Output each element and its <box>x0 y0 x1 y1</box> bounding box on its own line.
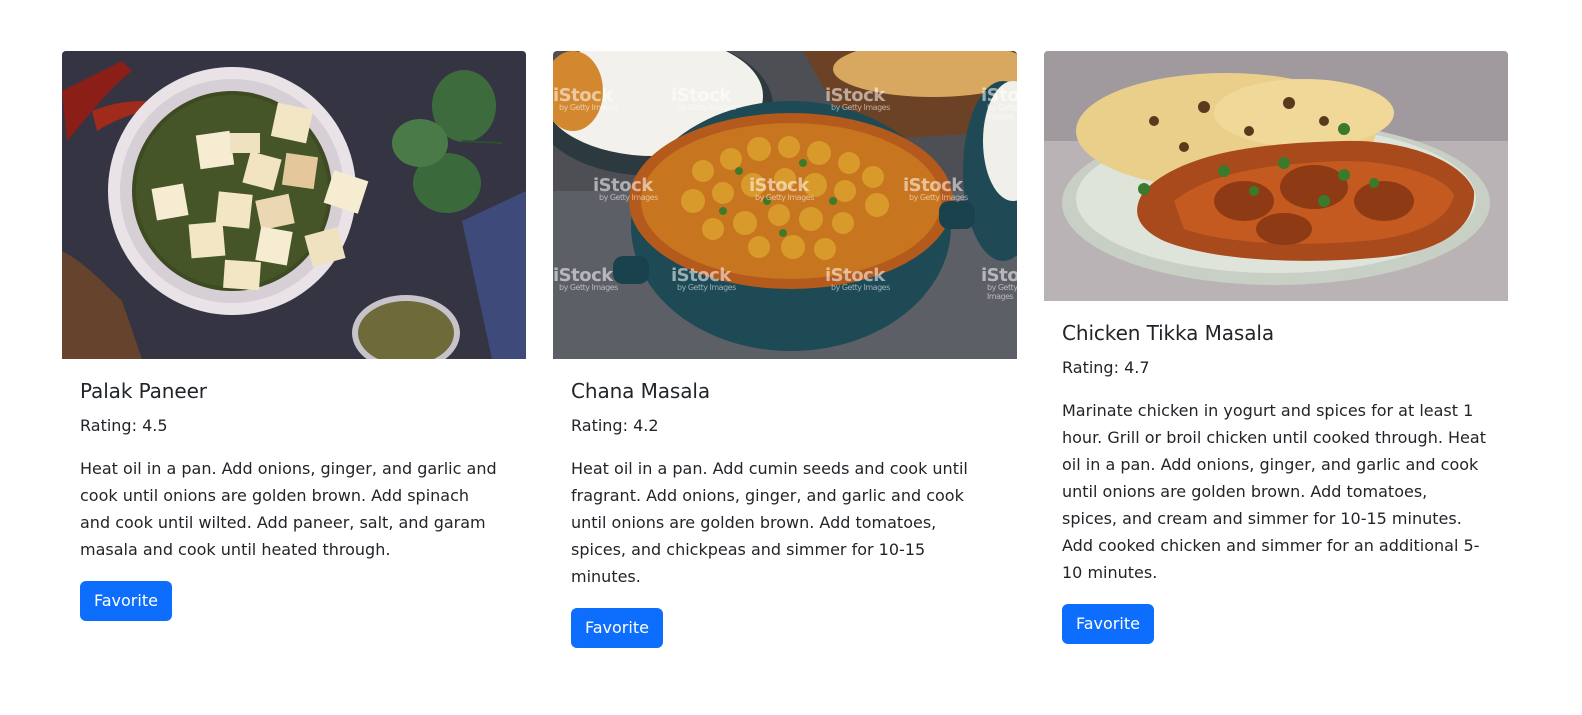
recipe-rating: Rating: 4.7 <box>1062 358 1150 377</box>
recipe-rating: Rating: 4.2 <box>571 416 659 435</box>
recipe-image-palak-paneer <box>62 51 526 359</box>
recipe-image-chana-masala: iStock by Getty Images iStock by Getty Ima… <box>553 51 1017 359</box>
recipe-image-chicken-tikka-masala <box>1044 51 1508 301</box>
recipe-instructions: Marinate chicken in yogurt and spices fo… <box>1062 401 1486 582</box>
recipe-card-palak-paneer: Palak Paneer Rating: 4.5 Heat oil in a p… <box>62 51 526 621</box>
favorite-button[interactable]: Favorite <box>1062 604 1154 644</box>
recipe-title: Chicken Tikka Masala <box>1062 321 1274 345</box>
favorite-button[interactable]: Favorite <box>571 608 663 648</box>
recipe-title: Palak Paneer <box>80 379 207 403</box>
recipe-card-chicken-tikka-masala: Chicken Tikka Masala Rating: 4.7 Marinat… <box>1044 51 1508 644</box>
recipe-instructions: Heat oil in a pan. Add onions, ginger, a… <box>80 459 497 559</box>
recipe-rating: Rating: 4.5 <box>80 416 168 435</box>
recipe-instructions: Heat oil in a pan. Add cumin seeds and c… <box>571 459 968 586</box>
favorite-button[interactable]: Favorite <box>80 581 172 621</box>
recipe-card-chana-masala: iStock by Getty Images iStock by Getty Ima… <box>553 51 1017 648</box>
recipe-title: Chana Masala <box>571 379 710 403</box>
